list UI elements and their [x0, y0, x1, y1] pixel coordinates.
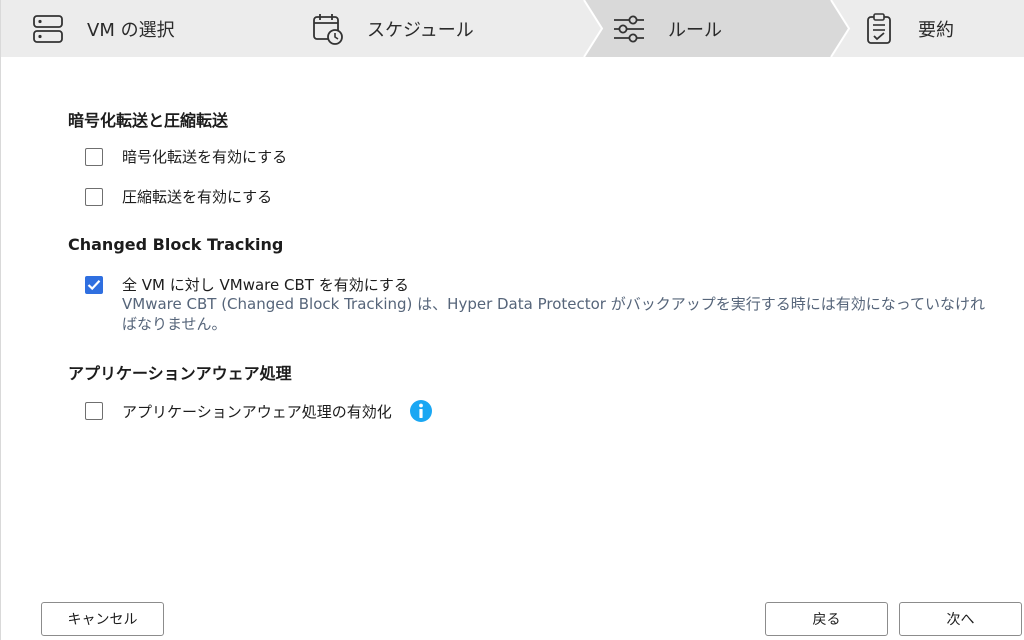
- cbt-section-title: Changed Block Tracking: [68, 235, 284, 254]
- encrypt-transfer-checkbox[interactable]: [85, 147, 103, 166]
- step-label: スケジュール: [367, 19, 474, 41]
- cbt-description: VMware CBT (Changed Block Tracking) は、Hy…: [122, 295, 985, 333]
- clipboard-check-icon: [862, 12, 896, 46]
- cbt-label[interactable]: 全 VM に対し VMware CBT を有効にする: [122, 274, 409, 295]
- app-aware-checkbox[interactable]: [85, 402, 103, 420]
- checkmark-icon: [87, 279, 101, 290]
- compress-transfer-label[interactable]: 圧縮転送を有効にする: [122, 186, 272, 207]
- cbt-checkbox[interactable]: [85, 275, 103, 294]
- step-rules[interactable]: ルール: [612, 0, 722, 57]
- next-button[interactable]: 次へ: [899, 602, 1022, 636]
- transfer-section-title: 暗号化転送と圧縮転送: [68, 111, 229, 130]
- back-button[interactable]: 戻る: [765, 602, 888, 636]
- step-select-vm[interactable]: VM の選択: [31, 0, 175, 57]
- sliders-icon: [612, 12, 646, 46]
- app-aware-label[interactable]: アプリケーションアウェア処理の有効化: [122, 401, 392, 422]
- app-aware-section-title: アプリケーションアウェア処理: [68, 364, 292, 383]
- encrypt-transfer-option[interactable]: 暗号化転送を有効にする: [85, 146, 287, 167]
- step-label: VM の選択: [87, 19, 175, 41]
- step-summary[interactable]: 要約: [862, 0, 954, 57]
- app-aware-option[interactable]: アプリケーションアウェア処理の有効化: [85, 400, 432, 422]
- step-label: ルール: [668, 19, 722, 41]
- info-icon[interactable]: [409, 400, 432, 422]
- step-label: 要約: [918, 19, 954, 41]
- calendar-clock-icon: [311, 12, 345, 46]
- server-icon: [31, 12, 65, 46]
- encrypt-transfer-label[interactable]: 暗号化転送を有効にする: [122, 146, 287, 167]
- cancel-button[interactable]: キャンセル: [41, 602, 164, 636]
- backup-job-wizard: VM の選択 スケジュール ルール 要約 暗号化転送と圧縮転送 暗号化転送を有効…: [0, 0, 1024, 640]
- compress-transfer-checkbox[interactable]: [85, 187, 103, 206]
- step-schedule[interactable]: スケジュール: [311, 0, 474, 57]
- compress-transfer-option[interactable]: 圧縮転送を有効にする: [85, 186, 272, 207]
- wizard-steps-bar: VM の選択 スケジュール ルール 要約: [1, 0, 1024, 57]
- cbt-option[interactable]: 全 VM に対し VMware CBT を有効にする: [85, 274, 409, 295]
